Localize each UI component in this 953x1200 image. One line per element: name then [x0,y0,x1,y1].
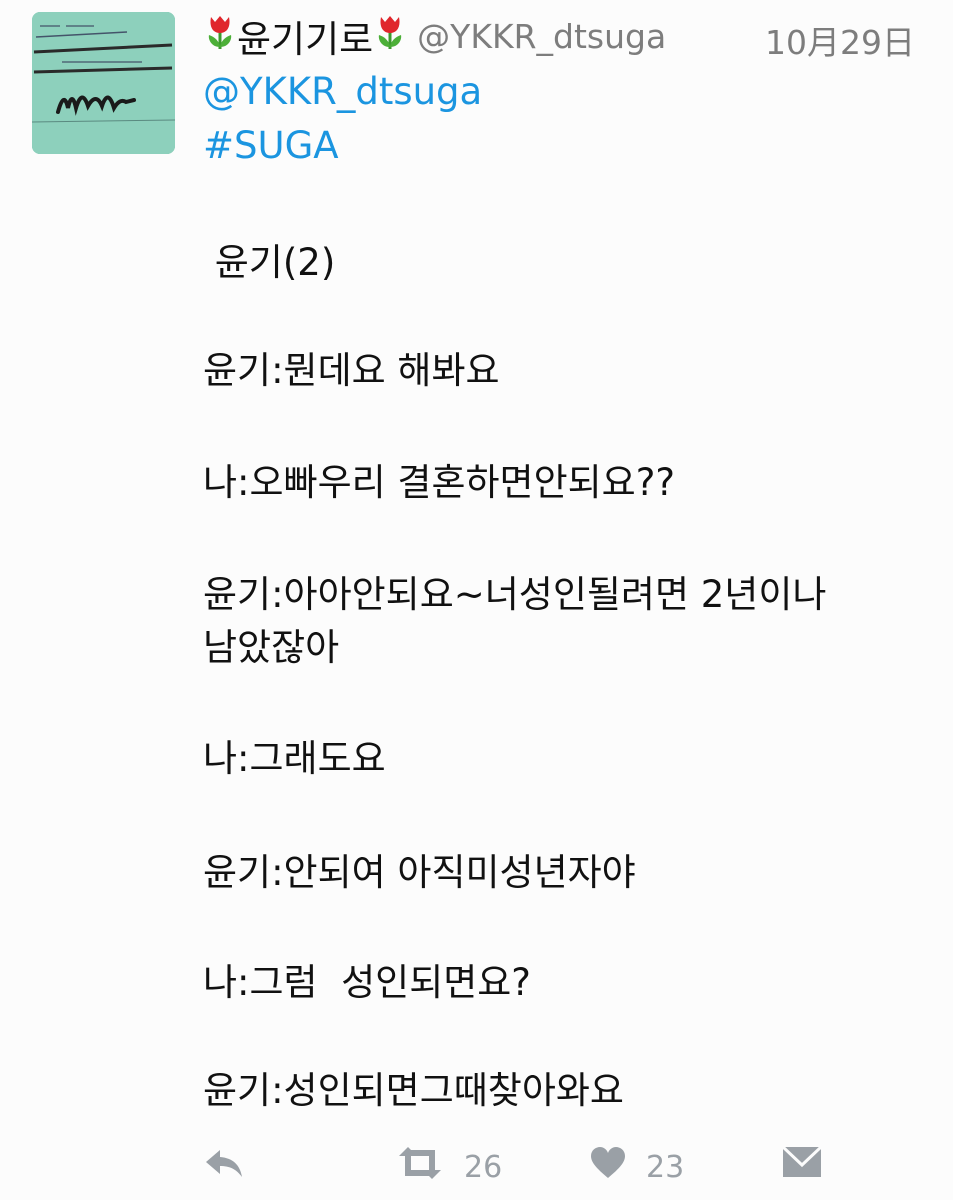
retweet-icon [396,1146,444,1188]
tweet-line: 나:그럼 성인되면요? [203,961,531,1004]
direct-message-button[interactable] [781,1145,823,1186]
display-name[interactable]: 윤기기로 [237,9,373,63]
tulip-icon [205,13,235,60]
tweet-line: 윤기:뭔데요 해봐요 [203,349,500,392]
user-handle[interactable]: @YKKR_dtsuga [417,17,666,56]
hashtag-link[interactable]: #SUGA [203,124,339,167]
tweet-line: 나:오빠우리 결혼하면안되요?? [203,461,675,504]
tweet-card: 윤기기로 @YKKR_dtsuga 10月29日 @YKKR_dtsuga #S… [0,0,953,1200]
tweet-date[interactable]: 10月29日 [765,16,915,64]
tweet-line: 나:그래도요 [203,737,386,780]
heart-icon [590,1146,626,1188]
tweet-line: 윤기:아아안되요~너성인될려면 2년이나 남았잖아 [203,573,827,669]
like-button[interactable]: 23 [590,1146,684,1188]
tweet-line: 윤기:안되여 아직미성년자야 [203,851,636,894]
display-name-group[interactable]: 윤기기로 [203,9,407,63]
reply-button[interactable] [204,1146,244,1188]
mention-link[interactable]: @YKKR_dtsuga [203,70,482,113]
tweet-line: 윤기:성인되면그때찾아와요 [203,1069,624,1112]
tweet-actions: 26 23 [0,1140,953,1192]
like-count: 23 [646,1149,685,1185]
envelope-icon [781,1145,823,1186]
retweet-count: 26 [464,1149,503,1185]
tweet-header: 윤기기로 @YKKR_dtsuga 10月29日 [203,6,923,66]
avatar[interactable] [32,12,175,154]
tweet-line: 윤기(2) [203,241,336,284]
tulip-icon [375,13,405,60]
retweet-button[interactable]: 26 [396,1146,502,1188]
avatar-image [32,12,175,154]
reply-icon [204,1146,244,1188]
